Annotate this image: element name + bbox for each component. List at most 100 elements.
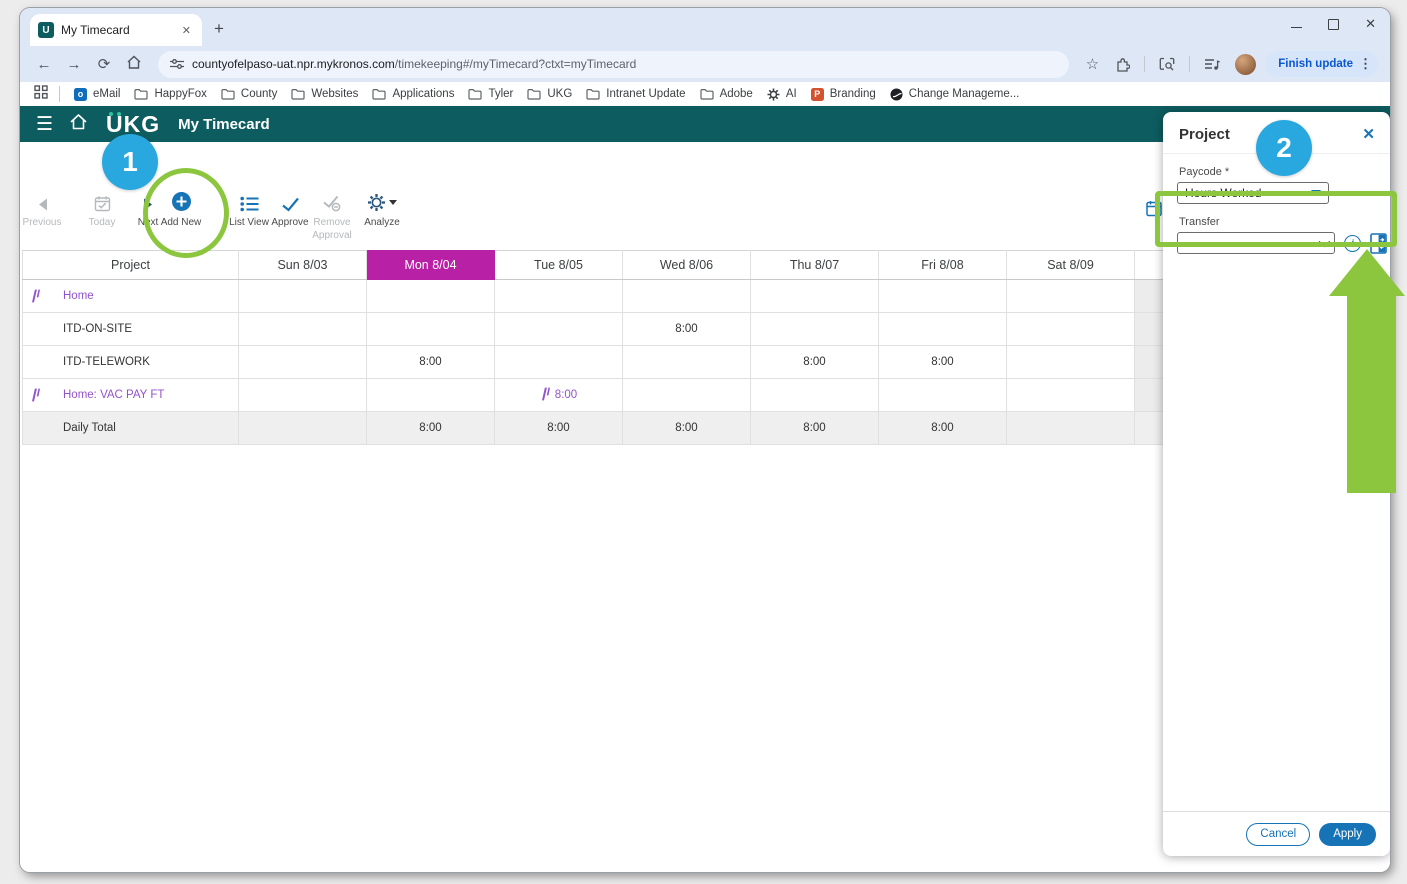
bookmark-item[interactable]: Websites (284, 86, 365, 102)
maximize-icon[interactable] (1328, 18, 1340, 30)
timecard-cell[interactable] (878, 312, 1007, 346)
folder-icon (291, 88, 305, 100)
bookmark-item[interactable]: UKG (520, 86, 579, 102)
day-column-header[interactable]: Fri 8/08 (878, 250, 1007, 280)
panel-close-icon[interactable]: ✕ (1362, 125, 1375, 143)
bookmark-item[interactable]: Change Manageme... (883, 86, 1027, 103)
timecard-cell[interactable] (622, 279, 751, 313)
daily-total-cell (1006, 411, 1135, 445)
timecard-cell[interactable] (238, 279, 367, 313)
bookmark-item[interactable]: o eMail (67, 86, 127, 103)
bookmark-item[interactable]: Adobe (693, 86, 760, 102)
daily-total-cell: 8:00 (878, 411, 1007, 445)
divider (59, 86, 60, 102)
timecard-cell[interactable] (366, 279, 495, 313)
project-cell[interactable]: Home (22, 279, 239, 313)
day-column-header[interactable]: Mon 8/04 (366, 250, 495, 280)
cancel-button[interactable]: Cancel (1246, 822, 1311, 846)
daily-total-cell: 8:00 (750, 411, 879, 445)
bookmark-item[interactable]: HappyFox (127, 86, 213, 102)
tab-title: My Timecard (61, 23, 130, 37)
home-nav-icon[interactable] (122, 55, 146, 74)
timecard-cell[interactable] (878, 279, 1007, 313)
media-controls-icon[interactable] (1199, 58, 1225, 71)
timecard-cell[interactable] (494, 312, 623, 346)
project-cell[interactable]: Home: VAC PAY FT (22, 378, 239, 412)
bookmark-label: HappyFox (154, 88, 207, 100)
day-column-header[interactable]: Wed 8/06 (622, 250, 751, 280)
bookmark-star-icon[interactable]: ☆ (1081, 55, 1104, 73)
timecard-cell[interactable] (1006, 312, 1135, 346)
site-settings-icon[interactable] (170, 58, 184, 70)
finish-update-label: Finish update (1278, 58, 1353, 70)
timecard-cell[interactable] (622, 345, 751, 379)
window-close-icon[interactable]: ✕ (1365, 16, 1376, 32)
project-cell[interactable]: ITD-TELEWORK (22, 345, 239, 379)
tab-close-icon[interactable]: ✕ (179, 23, 194, 38)
annotation-arrow-head (1329, 249, 1405, 296)
app-home-icon[interactable] (69, 113, 88, 136)
timecard-cell[interactable]: 8:00 (366, 345, 495, 379)
timecard-cell[interactable] (750, 312, 879, 346)
day-column-header[interactable]: Sun 8/03 (238, 250, 367, 280)
bookmark-item[interactable]: County (214, 86, 284, 102)
timecard-cell[interactable] (494, 345, 623, 379)
timecard-row: Home (22, 279, 1181, 313)
day-column-header[interactable]: Thu 8/07 (750, 250, 879, 280)
timecard-cell[interactable] (366, 312, 495, 346)
timecard-cell[interactable]: 8:00 (494, 378, 623, 412)
timecard-cell[interactable]: 8:00 (750, 345, 879, 379)
timecard-cell[interactable] (750, 378, 879, 412)
search-tabs-icon[interactable] (1154, 57, 1180, 71)
timecard-cell[interactable] (750, 279, 879, 313)
timecard-cell[interactable]: 8:00 (878, 345, 1007, 379)
extensions-icon[interactable] (1110, 57, 1135, 72)
browser-tab[interactable]: U My Timecard ✕ (30, 14, 202, 46)
project-column-header[interactable]: Project (22, 250, 239, 280)
flag-icon (540, 387, 550, 404)
timecard-cell[interactable] (622, 378, 751, 412)
analyze-icon (344, 190, 420, 212)
day-column-header[interactable]: Tue 8/05 (494, 250, 623, 280)
timecard-cell[interactable] (1006, 378, 1135, 412)
hamburger-menu-icon[interactable]: ☰ (36, 115, 53, 134)
timecard-cell[interactable] (1006, 345, 1135, 379)
bookmark-item[interactable]: Intranet Update (579, 86, 692, 102)
day-column-header[interactable]: Sat 8/09 (1006, 250, 1135, 280)
bookmark-item[interactable]: Applications (365, 86, 461, 102)
timecard-cell[interactable]: 8:00 (622, 312, 751, 346)
timecard-cell[interactable] (238, 345, 367, 379)
bookmark-label: eMail (93, 88, 121, 100)
chrome-menu-icon[interactable]: ⋮ (1359, 56, 1372, 72)
timecard-cell[interactable] (366, 378, 495, 412)
finish-update-button[interactable]: Finish update ⋮ (1266, 51, 1378, 77)
bookmark-item[interactable]: AI (760, 86, 804, 103)
project-cell[interactable]: ITD-ON-SITE (22, 312, 239, 346)
annotation-box-transfer (1155, 191, 1397, 247)
timecard-cell[interactable] (238, 378, 367, 412)
timecard-row: ITD-TELEWORK 8:00 8:00 8:00 (22, 345, 1181, 379)
timecard-cell[interactable] (494, 279, 623, 313)
panel-footer: Cancel Apply (1163, 811, 1390, 856)
daily-total-row: Daily Total 8:00 8:00 8:00 8:00 8:00 (22, 411, 1181, 445)
annotation-step-2-badge: 2 (1256, 120, 1312, 176)
toolbar-analyze[interactable]: Analyze (344, 190, 420, 230)
timecard-cell[interactable] (1006, 279, 1135, 313)
forward-icon[interactable]: → (62, 56, 86, 73)
reload-icon[interactable]: ⟳ (92, 55, 116, 73)
url-bar[interactable]: countyofelpaso-uat.npr.mykronos.com/time… (158, 50, 1069, 78)
apply-button[interactable]: Apply (1319, 822, 1376, 846)
globe-icon (890, 88, 903, 101)
page-title: My Timecard (178, 115, 270, 133)
minimize-icon[interactable] (1291, 20, 1303, 28)
bookmark-item[interactable]: P Branding (804, 86, 883, 103)
new-tab-button[interactable]: + (214, 19, 224, 39)
daily-total-cell (238, 411, 367, 445)
timecard-cell[interactable] (878, 378, 1007, 412)
apps-grid-icon[interactable] (30, 84, 52, 104)
timecard-cell[interactable] (238, 312, 367, 346)
bookmark-item[interactable]: Tyler (461, 86, 520, 102)
profile-avatar[interactable] (1235, 53, 1257, 75)
bookmarks-bar: o eMail HappyFox County Websites Applications… (20, 82, 1390, 106)
back-icon[interactable]: ← (32, 56, 56, 73)
